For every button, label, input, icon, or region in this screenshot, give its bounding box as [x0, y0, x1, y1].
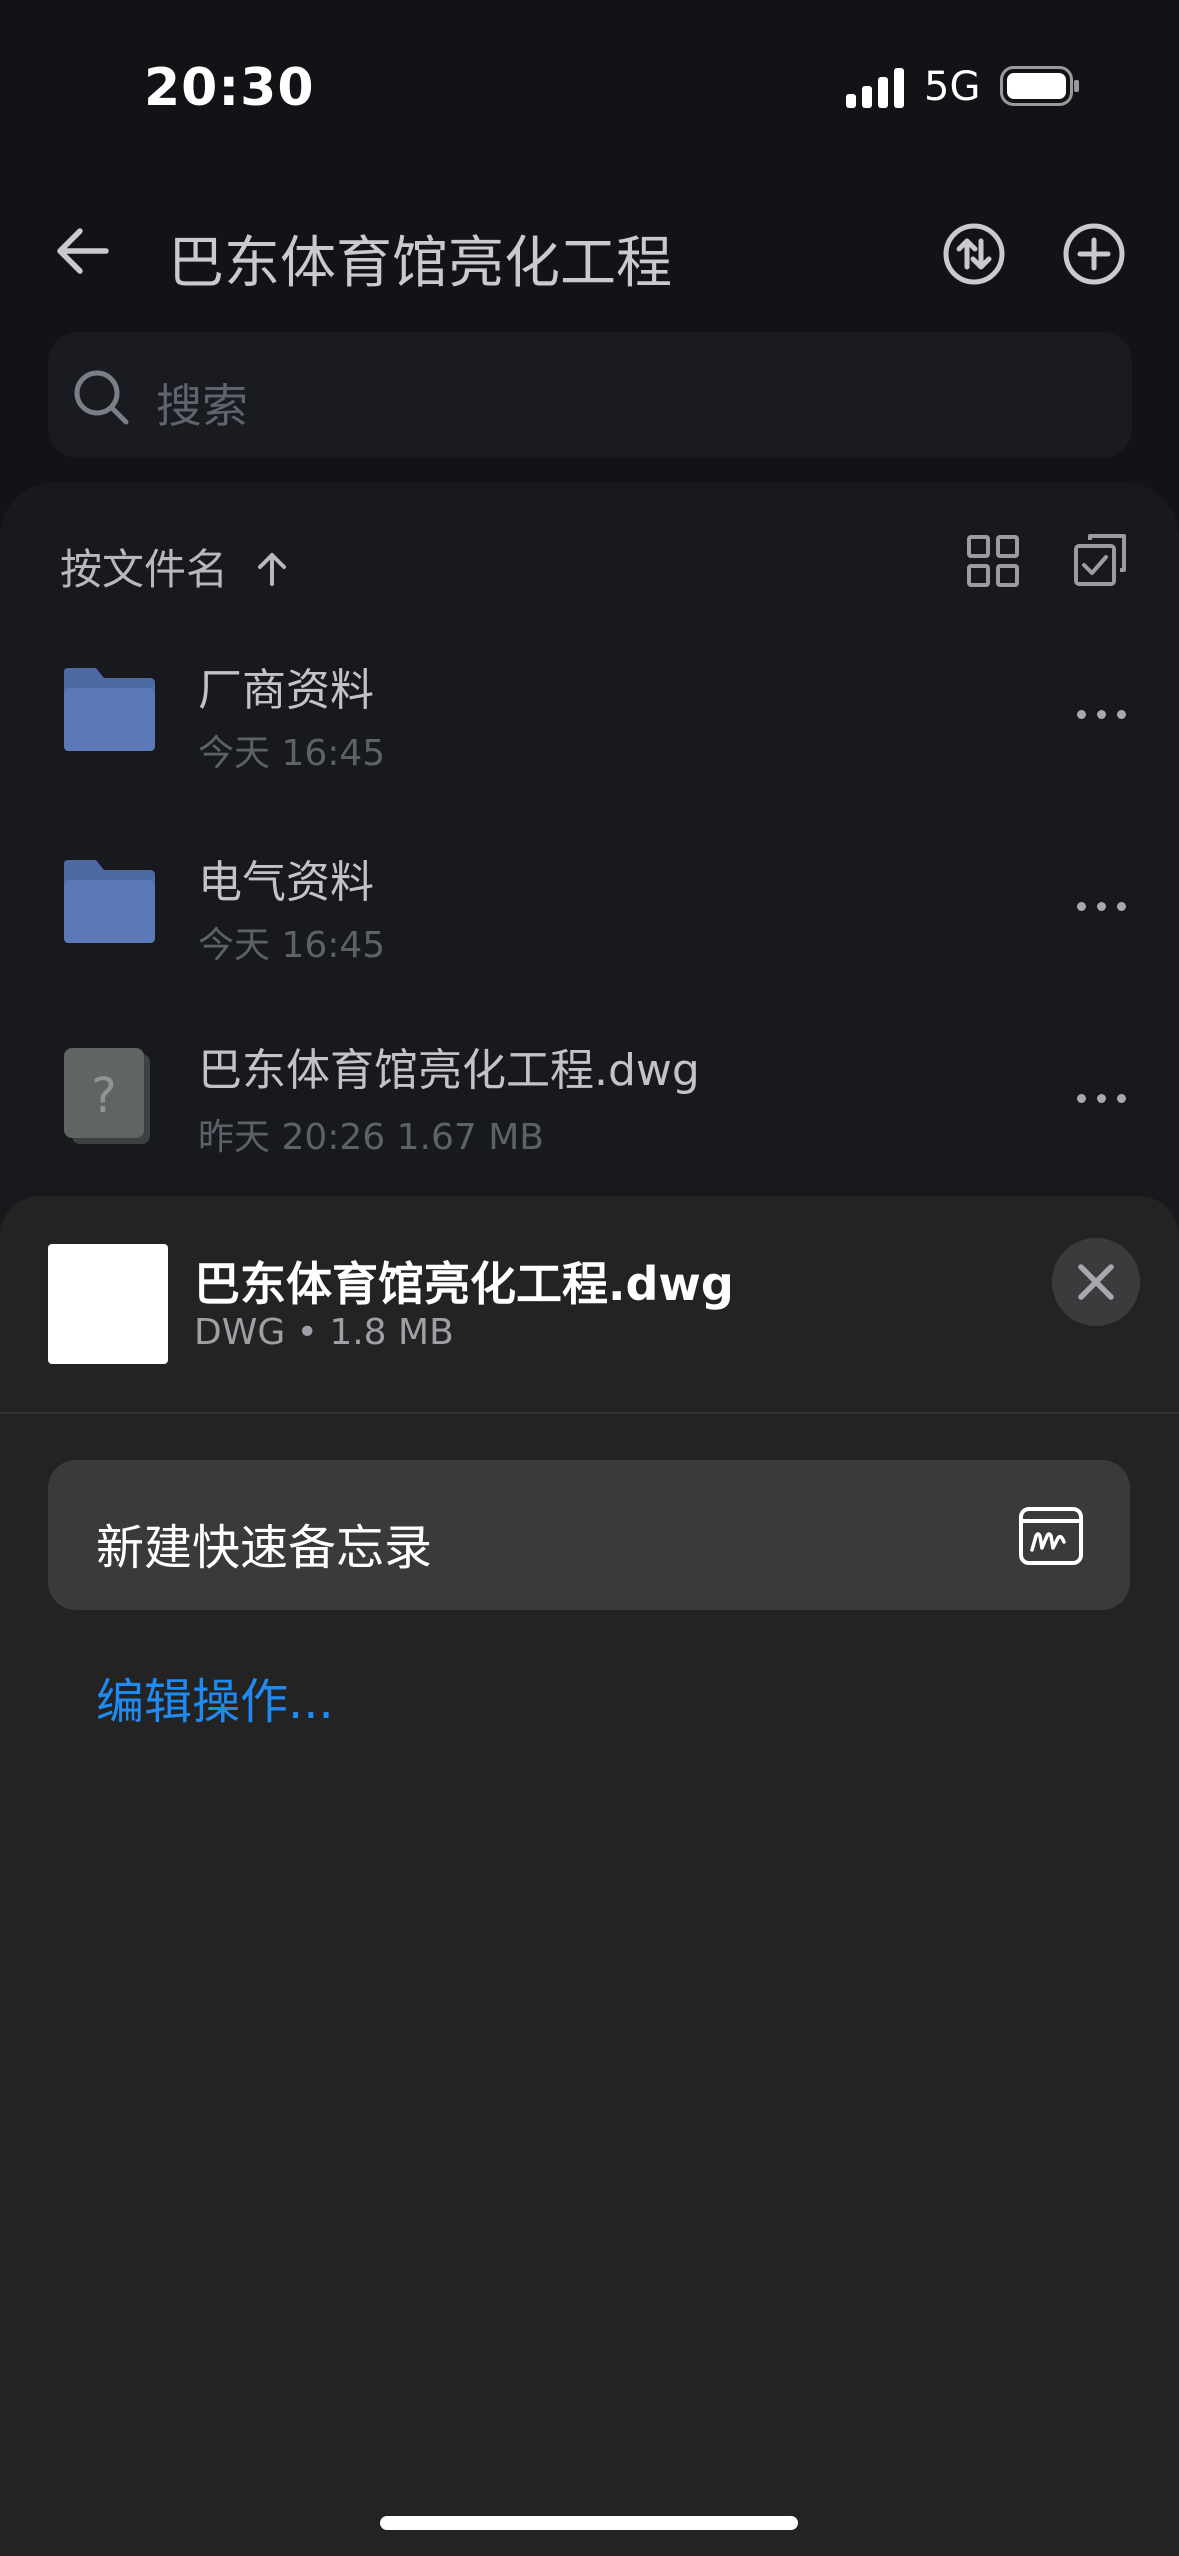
action-label: 新建快速备忘录 — [96, 1520, 433, 1576]
battery-icon — [1000, 66, 1079, 106]
close-button[interactable] — [1052, 1238, 1140, 1326]
unknown-file-icon: ? — [64, 1048, 150, 1144]
quick-note-icon — [1019, 1507, 1083, 1565]
file-thumbnail — [48, 1244, 168, 1364]
page-title: 巴东体育馆亮化工程 — [168, 231, 672, 296]
close-icon — [1078, 1264, 1114, 1300]
more-options-icon[interactable] — [1077, 1088, 1137, 1103]
file-name: 电气资料 — [198, 857, 374, 908]
file-meta: 今天 16:45 — [198, 925, 386, 966]
more-options-icon[interactable] — [1077, 896, 1137, 911]
divider — [0, 1412, 1179, 1414]
search-icon — [74, 370, 129, 425]
status-time: 20:30 — [144, 58, 315, 118]
share-sheet — [0, 1196, 1179, 2556]
list-item[interactable]: 厂商资料 今天 16:45 — [0, 630, 1179, 800]
add-circle-icon[interactable] — [1062, 222, 1126, 286]
edit-actions-link[interactable]: 编辑操作... — [96, 1662, 334, 1732]
sheet-file-name: 巴东体育馆亮化工程.dwg — [194, 1257, 734, 1311]
sheet-file-meta: DWG • 1.8 MB — [194, 1312, 454, 1353]
file-meta: 今天 16:45 — [198, 733, 386, 774]
sort-ascending-arrow-icon — [258, 553, 287, 586]
more-options-icon[interactable] — [1077, 704, 1137, 719]
back-arrow-icon[interactable] — [52, 220, 114, 282]
cellular-signal-icon — [846, 68, 904, 108]
transfer-icon[interactable] — [942, 222, 1006, 286]
network-type: 5G — [924, 64, 981, 110]
list-item[interactable]: ? 巴东体育馆亮化工程.dwg 昨天 20:26 1.67 MB — [0, 1014, 1179, 1184]
multi-select-icon[interactable] — [1072, 530, 1130, 588]
folder-icon — [64, 668, 155, 751]
folder-icon — [64, 860, 155, 943]
home-indicator[interactable] — [380, 2516, 798, 2530]
grid-view-icon[interactable] — [966, 534, 1020, 588]
search-placeholder: 搜索 — [156, 379, 248, 433]
file-name: 巴东体育馆亮化工程.dwg — [198, 1045, 700, 1096]
svg-text:?: ? — [91, 1068, 116, 1124]
file-name: 厂商资料 — [198, 665, 374, 716]
list-item[interactable]: 电气资料 今天 16:45 — [0, 822, 1179, 992]
file-meta: 昨天 20:26 1.67 MB — [198, 1117, 544, 1158]
sort-label: 按文件名 — [60, 545, 229, 594]
sort-by-filename[interactable]: 按文件名 — [60, 536, 289, 597]
